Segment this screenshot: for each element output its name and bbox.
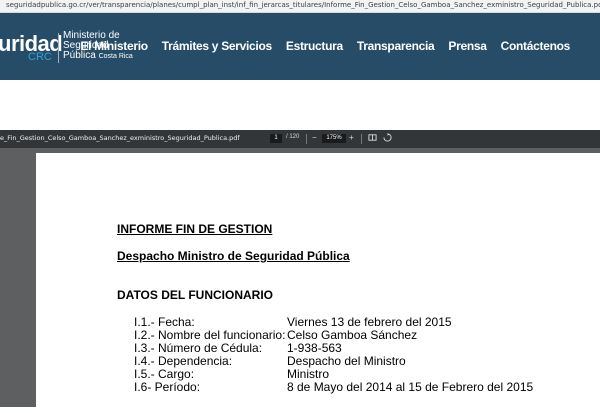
row-label: I.2.- Nombre del funcionario: bbox=[134, 328, 286, 342]
row-value: 1-938-563 bbox=[287, 341, 342, 355]
pdf-file-name: e_Fin_Gestion_Celso_Gamboa_Sanchez_exmin… bbox=[0, 134, 240, 142]
section-heading: DATOS DEL FUNCIONARIO bbox=[117, 288, 274, 302]
pdf-toolbar: e_Fin_Gestion_Celso_Gamboa_Sanchez_exmin… bbox=[0, 130, 600, 148]
row-label: I.6- Período: bbox=[134, 380, 201, 394]
main-nav: El Ministerio Trámites y Servicios Estru… bbox=[80, 39, 570, 53]
logo-country: Costa Rica bbox=[98, 53, 133, 60]
document-subtitle: Despacho Ministro de Seguridad Pública bbox=[117, 249, 350, 263]
page-total: / 120 bbox=[286, 134, 300, 140]
nav-prensa[interactable]: Prensa bbox=[448, 39, 487, 53]
logo-divider bbox=[58, 33, 59, 63]
url-text[interactable]: seguridadpublica.go.cr/ver/transparencia… bbox=[6, 1, 600, 9]
zoom-out-button[interactable]: − bbox=[312, 133, 317, 143]
pdf-document-area[interactable]: INFORME FIN DE GESTION Despacho Ministro… bbox=[0, 148, 600, 413]
row-value: 8 de Mayo del 2014 al 15 de Febrero del … bbox=[287, 380, 534, 394]
toolbar-divider bbox=[306, 134, 307, 144]
row-value: Despacho del Ministro bbox=[287, 354, 406, 368]
logo-crc: CRC bbox=[28, 51, 52, 63]
document-title: INFORME FIN DE GESTION bbox=[117, 222, 273, 236]
row-value: Celso Gamboa Sánchez bbox=[287, 328, 418, 342]
address-bar[interactable]: seguridadpublica.go.cr/ver/transparencia… bbox=[0, 0, 600, 13]
row-value: Viernes 13 de febrero del 2015 bbox=[287, 315, 452, 329]
row-label: I.5.- Cargo: bbox=[134, 367, 195, 381]
pdf-page: INFORME FIN DE GESTION Despacho Ministro… bbox=[36, 153, 600, 413]
row-value: Ministro bbox=[287, 367, 330, 381]
fit-page-icon[interactable] bbox=[368, 133, 377, 145]
site-header: uridad CRC Ministerio de Seguridad Públi… bbox=[0, 13, 600, 80]
nav-estructura[interactable]: Estructura bbox=[286, 39, 343, 53]
nav-tramites-y-servicios[interactable]: Trámites y Servicios bbox=[162, 39, 272, 53]
rotate-icon[interactable] bbox=[383, 133, 392, 145]
zoom-input[interactable]: 175% bbox=[322, 134, 346, 143]
row-label: I.3.- Número de Cédula: bbox=[134, 341, 263, 355]
toolbar-divider bbox=[361, 134, 362, 144]
row-label: I.1.- Fecha: bbox=[134, 315, 195, 329]
zoom-in-button[interactable]: + bbox=[349, 133, 354, 143]
page-number-input[interactable]: 1 bbox=[270, 134, 282, 143]
nav-el-ministerio[interactable]: El Ministerio bbox=[80, 39, 148, 53]
row-label: I.4.- Dependencia: bbox=[134, 354, 233, 368]
nav-contactenos[interactable]: Contáctenos bbox=[501, 39, 571, 53]
nav-transparencia[interactable]: Transparencia bbox=[357, 39, 435, 53]
